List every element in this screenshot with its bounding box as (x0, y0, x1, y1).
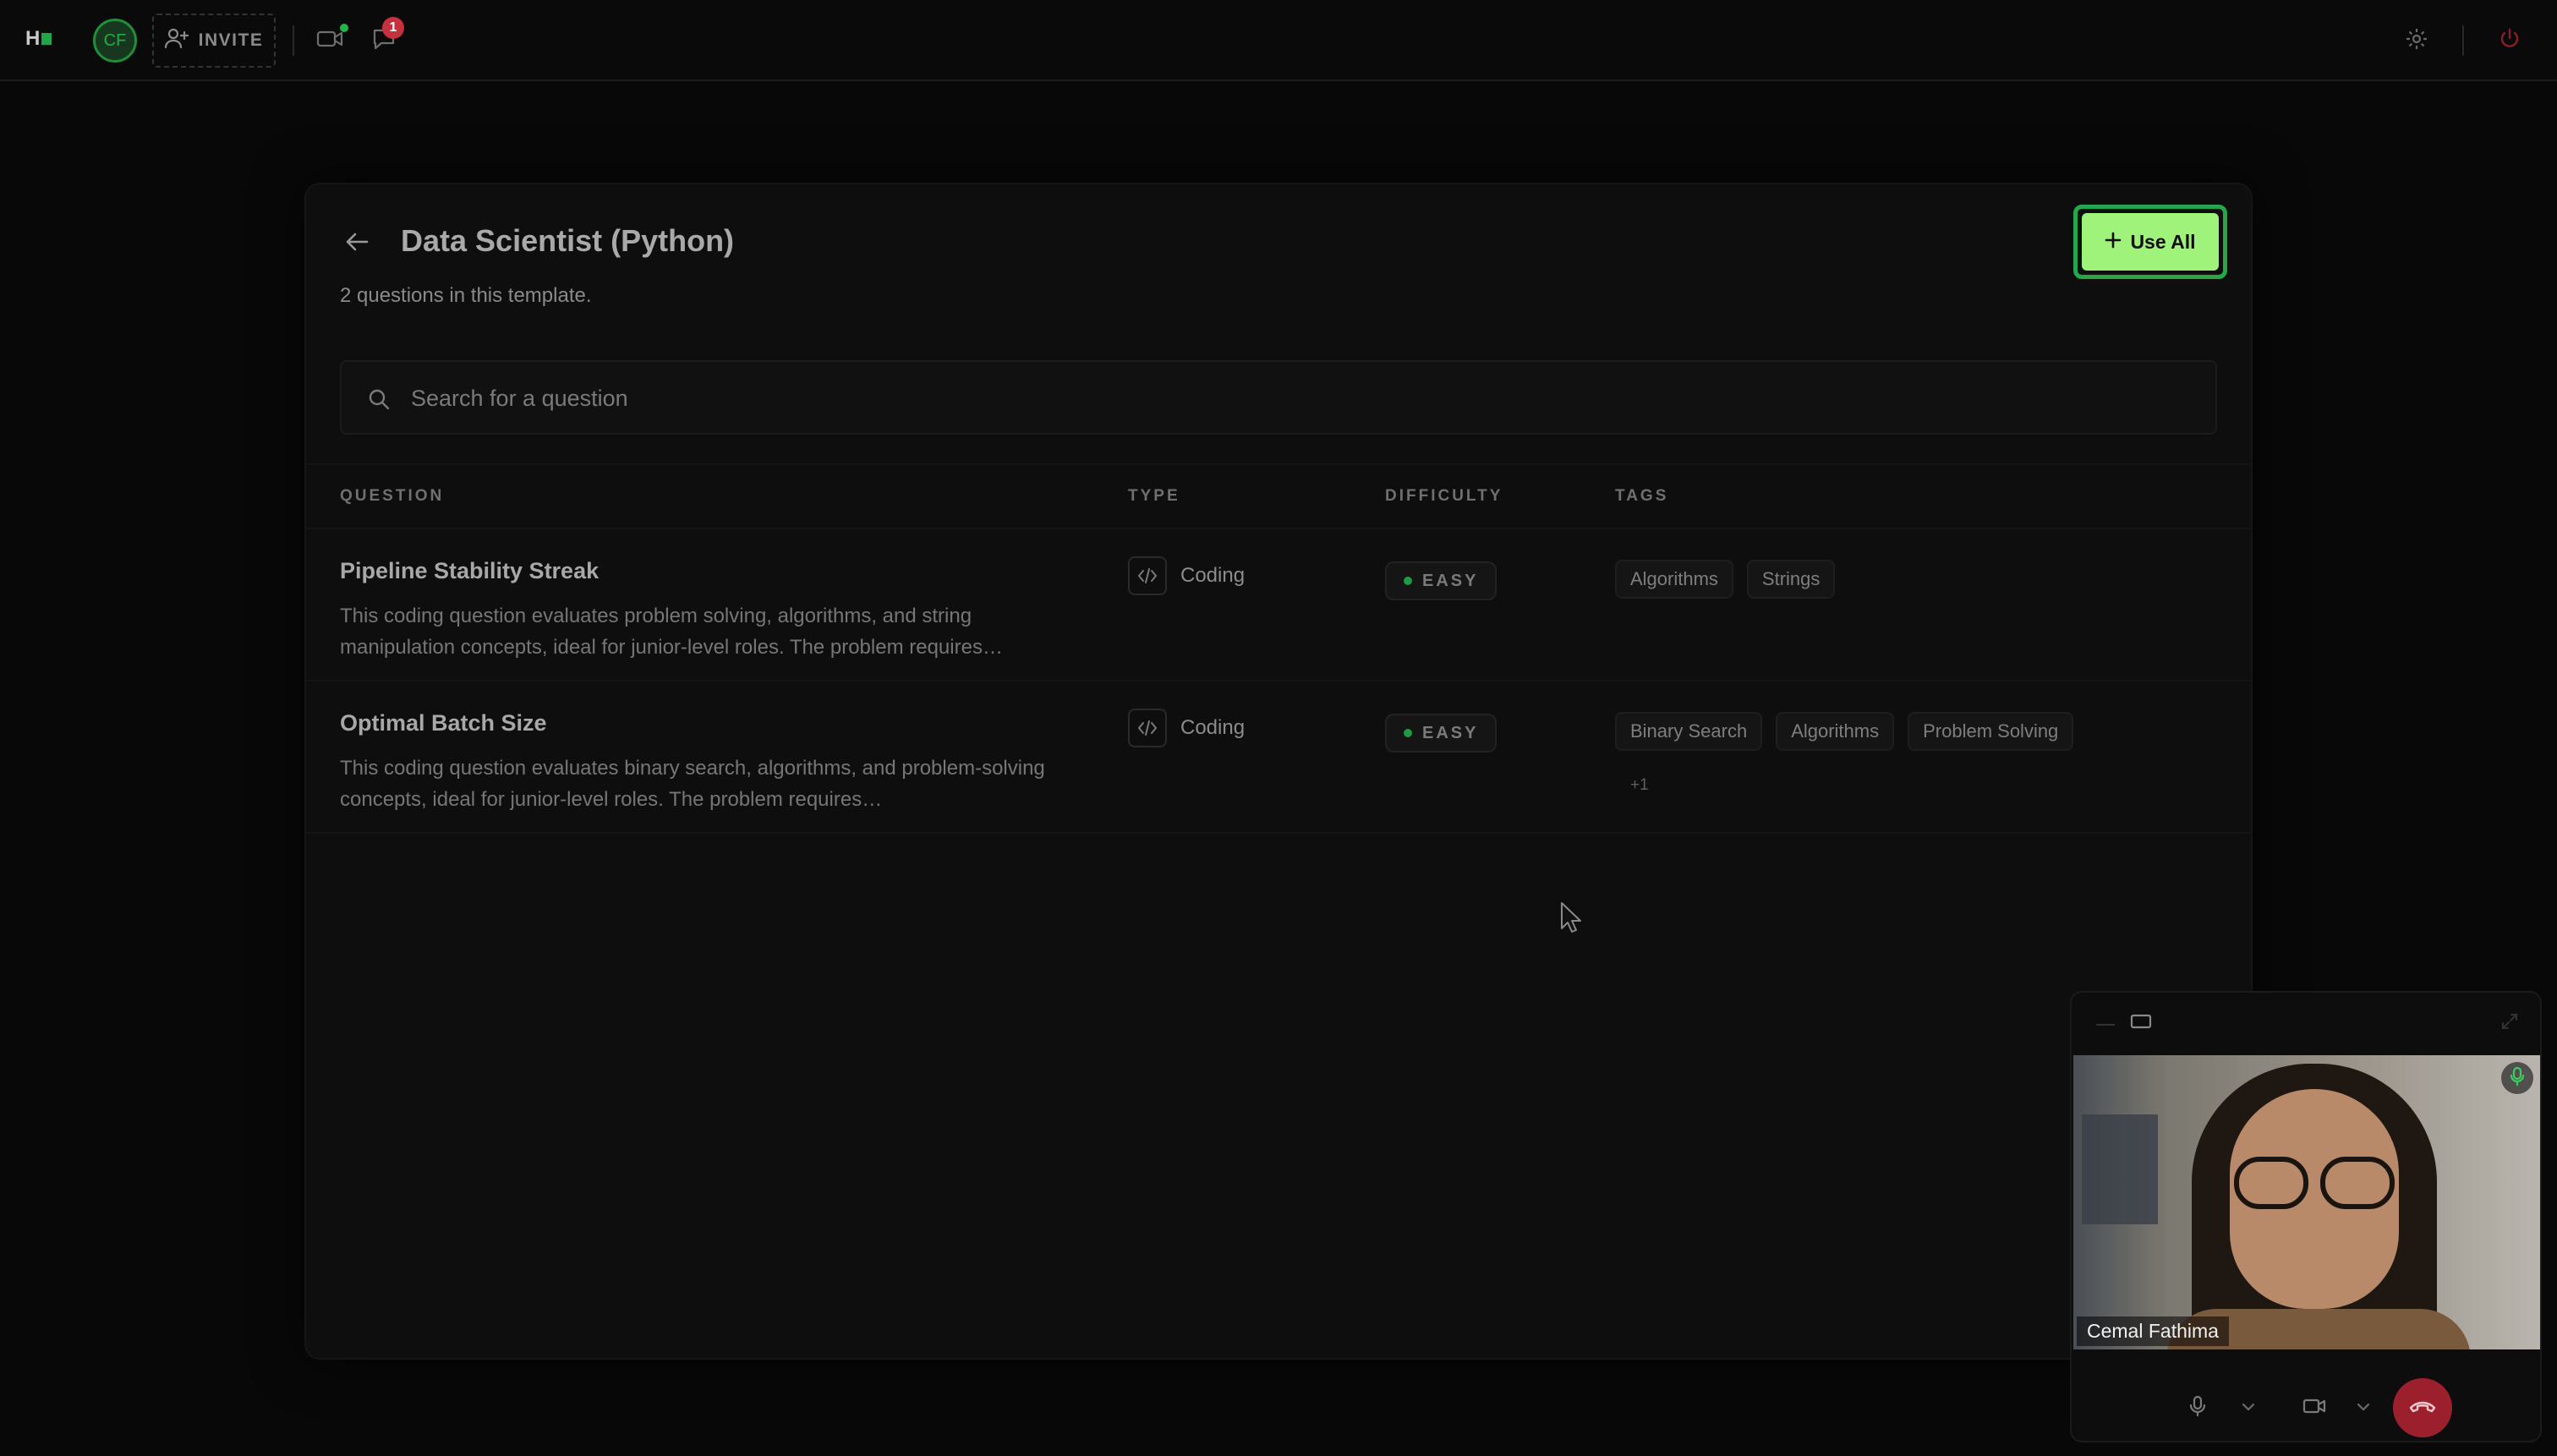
power-icon (2498, 27, 2521, 55)
question-type: Coding (1128, 709, 1245, 747)
mic-toggle-button[interactable] (2176, 1387, 2219, 1429)
question-type: Coding (1128, 556, 1245, 595)
question-description: This coding question evaluates problem s… (340, 605, 1003, 659)
question-search (340, 360, 2217, 435)
use-all-button[interactable]: Use All (2073, 205, 2227, 279)
video-active-indicator (340, 24, 348, 32)
tag-chip: Problem Solving (1908, 712, 2074, 751)
use-all-label: Use All (2130, 230, 2196, 253)
tag-chip: Algorithms (1776, 712, 1895, 751)
difficulty-label: EASY (1422, 723, 1479, 742)
type-label: Coding (1180, 564, 1246, 587)
template-title: Data Scientist (Python) (401, 223, 735, 258)
search-input[interactable] (411, 375, 2187, 421)
minimize-button[interactable] (2090, 1008, 2121, 1038)
chevron-down-icon (2357, 1400, 2370, 1415)
settings-button[interactable] (2398, 22, 2435, 59)
gear-icon (2405, 27, 2428, 55)
more-tags-count[interactable]: +1 (1615, 766, 1664, 805)
notification-badge: 1 (382, 17, 404, 39)
end-call-button[interactable] (2393, 1378, 2452, 1437)
participant-video: Cemal Fathima (2073, 1055, 2540, 1349)
leave-button[interactable] (2491, 22, 2528, 59)
call-controls (2072, 1351, 2540, 1441)
question-description: This coding question evaluates binary se… (340, 757, 1045, 811)
expand-button[interactable] (2494, 1008, 2525, 1038)
column-header-question: QUESTION (340, 487, 445, 505)
code-icon (1128, 556, 1167, 595)
notification-count: 1 (389, 20, 397, 35)
camera-toggle-button[interactable] (2293, 1387, 2335, 1429)
difficulty-badge: EASY (1385, 561, 1498, 600)
video-call-panel: Cemal Fathima (2070, 991, 2542, 1442)
difficulty-dot (1404, 577, 1412, 585)
mic-options-button[interactable] (2236, 1395, 2261, 1420)
user-avatar[interactable]: CF (93, 19, 137, 63)
column-header-tags: TAGS (1615, 487, 1669, 505)
minimize-icon (2096, 1015, 2115, 1031)
invite-label: INVITE (198, 30, 264, 50)
window-mode-button[interactable] (2126, 1008, 2156, 1038)
column-header-type: TYPE (1128, 487, 1180, 505)
tag-chip: Algorithms (1615, 560, 1733, 599)
add-user-icon (164, 27, 189, 54)
difficulty-label: EASY (1422, 571, 1479, 590)
microphone-icon (2189, 1395, 2206, 1421)
template-panel: Data Scientist (Python) 2 questions in t… (304, 183, 2253, 1360)
window-icon (2130, 1013, 2152, 1034)
camera-options-button[interactable] (2351, 1395, 2376, 1420)
table-header: QUESTION TYPE DIFFICULTY TAGS (306, 463, 2251, 529)
code-icon (1128, 709, 1167, 747)
video-toggle-button[interactable] (311, 22, 348, 59)
app-logo[interactable]: H (25, 29, 54, 49)
question-row[interactable]: Pipeline Stability Streak This coding qu… (306, 529, 2251, 681)
difficulty-dot (1404, 729, 1412, 737)
tag-chip: Binary Search (1615, 712, 1763, 751)
difficulty-badge: EASY (1385, 714, 1498, 753)
phone-hangup-icon (2408, 1399, 2437, 1417)
question-title: Optimal Batch Size (340, 710, 547, 736)
tag-chip: Strings (1746, 560, 1836, 599)
template-subtitle: 2 questions in this template. (340, 284, 592, 307)
mouse-cursor-icon (1559, 901, 1583, 935)
expand-icon (2500, 1012, 2519, 1035)
participant-mic-indicator (2501, 1062, 2533, 1094)
invite-button[interactable]: INVITE (152, 14, 276, 68)
back-button[interactable] (340, 227, 374, 260)
top-bar: H CF INVITE 1 (0, 0, 2557, 81)
video-camera-icon (2302, 1398, 2326, 1419)
type-label: Coding (1180, 716, 1246, 739)
toolbar-divider-right (2462, 25, 2464, 56)
question-tags: Binary Search Algorithms Problem Solving… (1615, 712, 2089, 805)
question-title: Pipeline Stability Streak (340, 558, 600, 583)
toolbar-divider (293, 25, 294, 56)
video-camera-icon (316, 29, 343, 53)
question-tags: Algorithms Strings (1615, 560, 2089, 599)
search-icon (364, 384, 394, 414)
question-row[interactable]: Optimal Batch Size This coding question … (306, 681, 2251, 834)
microphone-icon (2510, 1066, 2525, 1091)
plus-icon (2105, 231, 2122, 254)
column-header-difficulty: DIFFICULTY (1385, 487, 1503, 505)
chevron-down-icon (2242, 1400, 2255, 1415)
arrow-left-icon (344, 231, 370, 257)
avatar-initials: CF (103, 30, 127, 50)
participant-name: Cemal Fathima (2077, 1316, 2229, 1346)
